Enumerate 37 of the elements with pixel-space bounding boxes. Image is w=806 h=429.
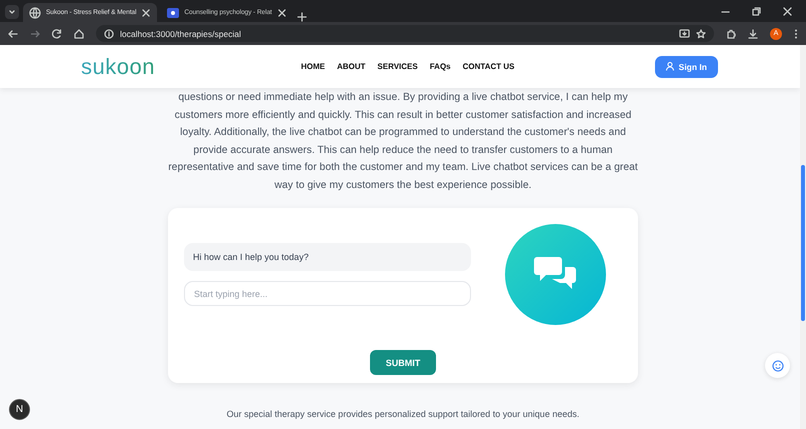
scrollbar[interactable] xyxy=(800,45,806,429)
address-bar[interactable]: localhost:3000/therapies/special xyxy=(96,25,714,42)
info-icon xyxy=(104,28,114,38)
extensions-icon[interactable] xyxy=(726,28,736,38)
close-icon[interactable] xyxy=(276,8,287,18)
nav-link[interactable]: FAQs xyxy=(430,62,451,71)
submit-button[interactable]: SUBMIT xyxy=(370,350,436,375)
nav-link[interactable]: SERVICES xyxy=(377,62,418,71)
download-icon[interactable] xyxy=(748,28,758,38)
star-icon[interactable] xyxy=(696,28,706,38)
chevron-down-icon xyxy=(8,8,16,16)
chat-message: Hi how can I help you today? xyxy=(184,243,471,271)
feedback-button[interactable] xyxy=(765,353,790,378)
footer-text: Our special therapy service provides personalized support tailored to your unique needs. xyxy=(226,409,580,419)
globe-icon xyxy=(29,6,41,18)
reload-icon[interactable] xyxy=(52,28,62,38)
smiley-icon xyxy=(772,360,784,372)
letter-badge-icon xyxy=(167,6,180,18)
back-arrow-icon[interactable] xyxy=(8,28,18,38)
home-icon[interactable] xyxy=(74,28,84,38)
close-icon[interactable] xyxy=(783,6,792,16)
nav-link[interactable]: CONTACT US xyxy=(462,62,514,71)
close-icon[interactable] xyxy=(141,8,152,18)
user-icon xyxy=(666,62,674,71)
forward-arrow-icon[interactable] xyxy=(30,28,40,38)
sign-in-button[interactable]: Sign In xyxy=(654,56,718,78)
restore-icon[interactable] xyxy=(752,6,761,16)
plus-icon[interactable] xyxy=(296,12,307,22)
tab-list-button[interactable] xyxy=(5,5,19,19)
nav-link[interactable]: ABOUT xyxy=(336,62,366,71)
dev-badge[interactable]: N xyxy=(9,399,30,420)
menu-icon[interactable] xyxy=(794,28,798,38)
url-text: localhost:3000/therapies/special xyxy=(120,28,241,38)
message-input[interactable]: Start typing here... xyxy=(184,281,471,306)
intro-paragraph: questions or need immediate help with an issue. By providing a live chatbot service, I can help my customers more efficiently and quickly. This can result in better customer satisfaction and increased loyalty. Additionally, the live chatbot can be programmed to understand the customer's needs and provide accurate answers. This can help reduce the need to transfer customers to a human representative and save time for both the customer and my team. Live chatbot services can be a great way to give my customers the best experience possible. xyxy=(168,91,638,192)
nav-link[interactable]: HOME xyxy=(300,62,325,71)
install-app-icon[interactable] xyxy=(679,28,690,38)
